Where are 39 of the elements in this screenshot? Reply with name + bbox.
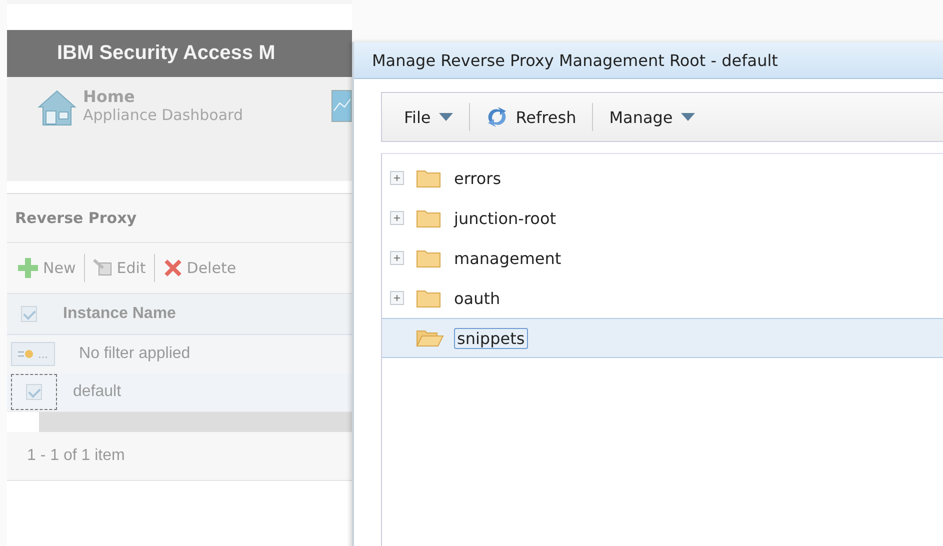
folder-icon <box>416 168 442 188</box>
folder-icon <box>416 329 444 347</box>
toolbar-button[interactable]: File <box>398 108 459 126</box>
tree-item[interactable]: junction-root <box>382 198 943 238</box>
tree-label: management <box>453 248 562 268</box>
table-cell: default <box>73 383 122 401</box>
folder-icon <box>416 288 442 308</box>
checkbox[interactable] <box>21 306 37 322</box>
app-title: IBM Security Access M <box>57 42 276 65</box>
refresh-icon <box>486 106 508 128</box>
tree-item[interactable]: snippets <box>382 318 943 358</box>
expand-icon[interactable] <box>390 291 404 305</box>
filter-status: No filter applied <box>79 345 190 363</box>
caret-icon <box>680 113 695 121</box>
tree-label: errors <box>453 168 502 188</box>
expand-icon[interactable] <box>390 211 404 225</box>
item-count: 1 - 1 of 1 item <box>27 447 125 465</box>
tree-item[interactable]: management <box>382 238 943 278</box>
tree-label: oauth <box>453 288 502 308</box>
expand-icon[interactable] <box>390 251 404 265</box>
panel-title: Reverse Proxy <box>15 209 137 227</box>
edit-icon <box>92 259 113 277</box>
checkbox[interactable] <box>26 384 42 400</box>
chart-icon[interactable] <box>330 89 352 123</box>
folder-icon <box>416 248 442 268</box>
filter-icon <box>18 349 34 359</box>
tree-label: junction-root <box>452 208 558 228</box>
tree-item[interactable]: errors <box>382 158 943 198</box>
tree-item[interactable]: oauth <box>382 278 943 318</box>
toolbar-button[interactable]: Refresh <box>480 106 582 128</box>
tree-label: snippets <box>454 328 528 348</box>
scrollbar[interactable] <box>7 411 352 432</box>
delete-icon <box>162 258 183 278</box>
dialog-title: Manage Reverse Proxy Management Root - default <box>372 50 778 70</box>
caret-icon <box>438 113 453 121</box>
toolbar-button[interactable]: Manage <box>603 108 701 126</box>
plus-icon <box>17 257 39 279</box>
expand-icon[interactable] <box>390 171 404 185</box>
folder-icon <box>416 208 442 228</box>
